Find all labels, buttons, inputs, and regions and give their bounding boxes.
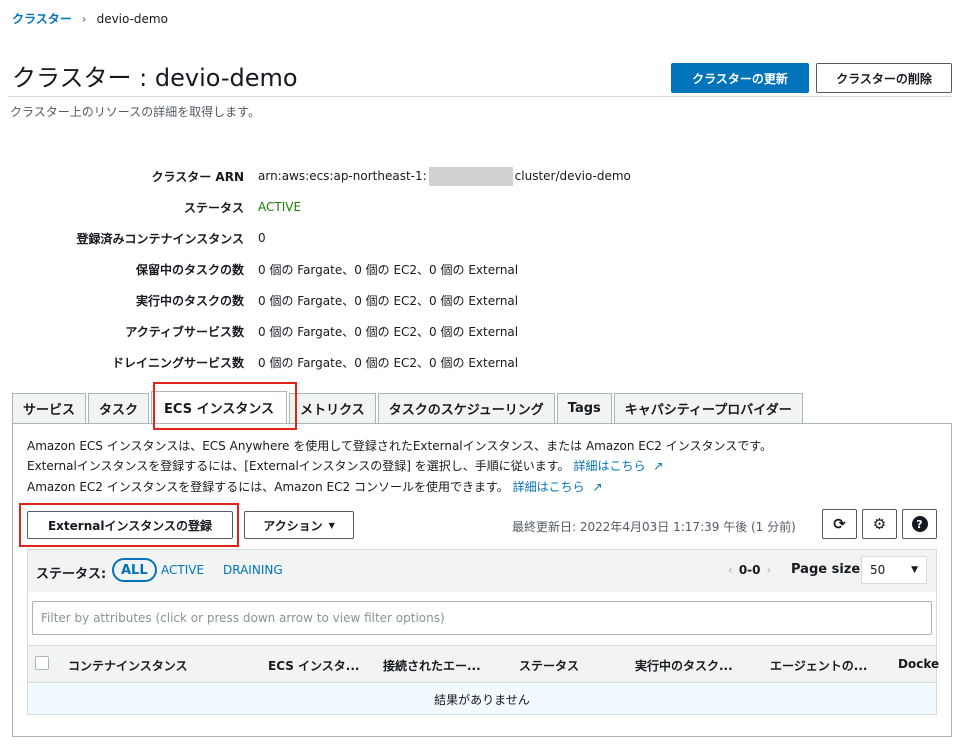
- update-cluster-button[interactable]: クラスターの更新: [671, 63, 809, 93]
- detail-row-running: 実行中のタスクの数 0 個の Fargate、0 個の EC2、0 個の Ext…: [0, 290, 900, 310]
- breadcrumb-clusters-link[interactable]: クラスター: [12, 10, 72, 27]
- last-updated-text: 最終更新日: 2022年4月03日 1:17:39 午後 (1 分前): [512, 520, 796, 534]
- title-divider: [8, 96, 952, 97]
- page-size-value: 50: [870, 563, 886, 577]
- external-link-icon: ↗: [592, 480, 603, 494]
- delete-cluster-button[interactable]: クラスターの削除: [816, 63, 952, 93]
- actions-label: アクション: [263, 518, 323, 533]
- column-header-ecs-instance[interactable]: ECS インスタ...: [268, 657, 359, 674]
- description-line-3: Amazon EC2 インスタンスを登録するには、Amazon EC2 コンソー…: [27, 478, 603, 495]
- learn-more-external-link[interactable]: 詳細はこちら: [573, 459, 645, 473]
- column-header-status[interactable]: ステータス: [519, 657, 579, 674]
- settings-button[interactable]: ⚙: [862, 509, 897, 539]
- running-tasks-label: 実行中のタスクの数: [135, 293, 244, 308]
- description-line-1: Amazon ECS インスタンスは、ECS Anywhere を使用して登録さ…: [27, 439, 773, 453]
- info-button[interactable]: ?: [902, 509, 937, 539]
- actions-dropdown-button[interactable]: アクション ▼: [244, 511, 354, 539]
- arn-value: arn:aws:ecs:ap-northeast-1: cluster/devi…: [258, 166, 631, 186]
- status-filter-all[interactable]: ALL: [112, 558, 157, 582]
- breadcrumb: クラスター › devio-demo: [12, 10, 168, 27]
- register-button-highlight: [19, 503, 239, 547]
- tab-tags[interactable]: Tags: [556, 393, 612, 423]
- refresh-button[interactable]: ⟳: [822, 509, 857, 539]
- active-services-value: 0 個の Fargate、0 個の EC2、0 個の External: [258, 324, 519, 339]
- column-header-agent-version[interactable]: エージェントの...: [770, 657, 867, 674]
- running-tasks-value: 0 個の Fargate、0 個の EC2、0 個の External: [258, 293, 519, 308]
- detail-row-active-services: アクティブサービス数 0 個の Fargate、0 個の EC2、0 個の Ex…: [0, 321, 900, 341]
- column-header-container-instance[interactable]: コンテナインスタンス: [68, 657, 188, 674]
- description-line-2: Externalインスタンスを登録するには、[Externalインスタンスの登録…: [27, 457, 663, 474]
- active-services-label: アクティブサービス数: [125, 324, 244, 339]
- status-filter-active[interactable]: ACTIVE: [161, 563, 204, 577]
- status-filter-draining[interactable]: DRAINING: [223, 563, 283, 577]
- page-range: 0-0: [738, 563, 761, 577]
- prev-page-icon[interactable]: ‹: [728, 563, 733, 577]
- column-header-docker[interactable]: Docke: [898, 657, 939, 671]
- pending-tasks-value: 0 個の Fargate、0 個の EC2、0 個の External: [258, 262, 519, 277]
- tab-scheduled-tasks[interactable]: タスクのスケジューリング: [377, 393, 555, 423]
- next-page-icon[interactable]: ›: [767, 563, 772, 577]
- page-title: クラスター : devio-demo: [12, 64, 298, 92]
- description-line-3-text: Amazon EC2 インスタンスを登録するには、Amazon EC2 コンソー…: [27, 480, 509, 494]
- info-icon: ?: [911, 516, 928, 532]
- page-size-label: Page size: [791, 562, 861, 577]
- tab-tasks[interactable]: タスク: [88, 393, 150, 423]
- column-header-running-tasks[interactable]: 実行中のタスク...: [635, 657, 733, 674]
- refresh-icon: ⟳: [833, 515, 846, 533]
- detail-row-pending: 保留中のタスクの数 0 個の Fargate、0 個の EC2、0 個の Ext…: [0, 259, 900, 279]
- arn-prefix: arn:aws:ecs:ap-northeast-1:: [258, 169, 427, 183]
- registered-instances-value: 0: [258, 231, 266, 245]
- column-header-agent-connected[interactable]: 接続されたエー...: [383, 657, 481, 674]
- ecs-instances-tab-highlight: [153, 382, 297, 430]
- detail-row-registered: 登録済みコンテナインスタンス 0: [0, 228, 900, 248]
- filter-attributes-input[interactable]: Filter by attributes (click or press dow…: [32, 601, 932, 635]
- draining-services-value: 0 個の Fargate、0 個の EC2、0 個の External: [258, 355, 519, 370]
- detail-row-arn: クラスター ARN arn:aws:ecs:ap-northeast-1: cl…: [0, 166, 900, 186]
- learn-more-ec2-link[interactable]: 詳細はこちら: [513, 480, 585, 494]
- status-label: ステータス: [183, 200, 244, 215]
- empty-table-message: 結果がありません: [28, 684, 936, 714]
- arn-suffix: cluster/devio-demo: [514, 169, 631, 183]
- caret-down-icon: ▼: [911, 565, 918, 575]
- draining-services-label: ドレイニングサービス数: [111, 355, 244, 370]
- breadcrumb-current: devio-demo: [96, 11, 168, 26]
- detail-row-status: ステータス ACTIVE: [0, 197, 900, 217]
- caret-down-icon: ▼: [328, 520, 335, 530]
- pending-tasks-label: 保留中のタスクの数: [135, 262, 244, 277]
- gear-icon: ⚙: [872, 515, 887, 533]
- select-all-checkbox[interactable]: [35, 656, 49, 670]
- tab-metrics[interactable]: メトリクス: [289, 393, 376, 423]
- pagination: ‹ 0-0 ›: [728, 563, 771, 577]
- tab-capacity-providers[interactable]: キャパシティープロバイダー: [613, 393, 803, 423]
- page-subtitle: クラスター上のリソースの詳細を取得します。: [10, 105, 260, 119]
- breadcrumb-separator: ›: [81, 11, 87, 26]
- detail-row-draining-services: ドレイニングサービス数 0 個の Fargate、0 個の EC2、0 個の E…: [0, 352, 900, 372]
- tab-services[interactable]: サービス: [12, 393, 87, 423]
- registered-instances-label: 登録済みコンテナインスタンス: [76, 231, 244, 246]
- tab-bar: サービス タスク ECS インスタンス メトリクス タスクのスケジューリング T…: [12, 391, 805, 423]
- redacted-account-id: [428, 166, 513, 186]
- external-link-icon: ↗: [653, 459, 664, 473]
- description-line-2-text: Externalインスタンスを登録するには、[Externalインスタンスの登録…: [27, 459, 570, 473]
- status-value: ACTIVE: [258, 200, 302, 214]
- arn-label: クラスター ARN: [151, 169, 244, 184]
- status-filter-label: ステータス:: [36, 567, 107, 582]
- page-size-select[interactable]: 50 ▼: [861, 556, 927, 584]
